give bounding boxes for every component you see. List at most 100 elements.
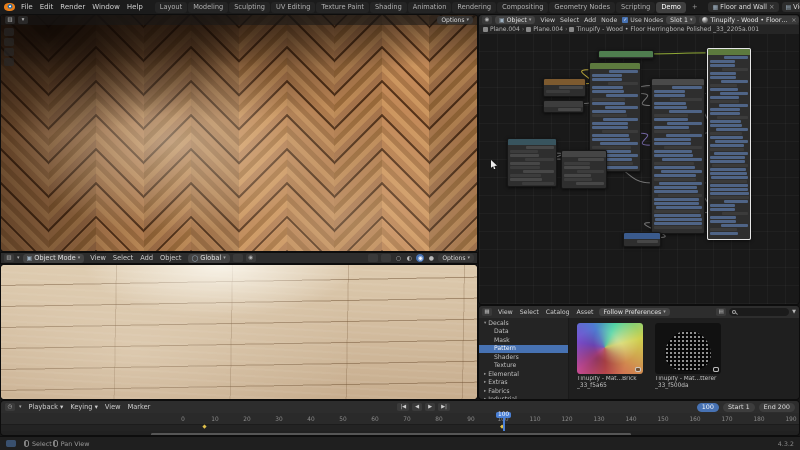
editor-type-icon[interactable]: ▥ [4, 254, 14, 262]
playhead[interactable]: 100 [503, 413, 505, 431]
asset-menu-view[interactable]: View [495, 308, 516, 317]
view-layer-selector[interactable]: ▤ ViewLayer × [782, 2, 800, 12]
shader-type-dropdown[interactable]: ▣ Object ▾ [495, 16, 535, 24]
workspace-tab-shading[interactable]: Shading [370, 2, 407, 13]
catalog-item-texture[interactable]: Texture [479, 362, 568, 371]
shading-material-icon[interactable]: ◉ [416, 254, 424, 262]
viewport-menu-view[interactable]: View [87, 253, 109, 263]
play-button[interactable]: ▶ [425, 403, 435, 411]
viewport-rendered[interactable]: ▥ ▾ Options▾ [0, 14, 478, 252]
expand-icon[interactable]: ▸ [484, 380, 486, 385]
mode-dropdown[interactable]: ▣ Object Mode ▾ [23, 254, 85, 263]
unlink-material-icon[interactable]: × [791, 17, 796, 24]
workspace-tab-layout[interactable]: Layout [155, 2, 187, 13]
timeline-menu-view[interactable]: View [102, 402, 124, 412]
asset-menu-catalog[interactable]: Catalog [543, 308, 573, 317]
shader-node[interactable] [561, 150, 607, 189]
timeline-menu-marker[interactable]: Marker [125, 402, 154, 412]
catalog-item-extras[interactable]: ▸Extras [479, 379, 568, 388]
editor-type-icon[interactable]: ◉ [482, 16, 492, 24]
editor-type-icon[interactable]: ◷ [5, 403, 15, 411]
options-dropdown[interactable]: Options▾ [438, 254, 474, 262]
menu-file[interactable]: File [18, 2, 36, 12]
catalog-item-fabrics[interactable]: ▸Fabrics [479, 387, 568, 396]
workspace-tab-animation[interactable]: Animation [408, 2, 452, 13]
blender-logo-icon[interactable] [4, 3, 15, 11]
asset-source-dropdown[interactable]: Follow Preferences ▾ [599, 308, 669, 316]
workspace-tab-sculpting[interactable]: Sculpting [229, 2, 270, 13]
add-workspace-button[interactable]: + [687, 2, 703, 13]
asset-card[interactable]: Tinupify - Mat...tterer _33_f500da [655, 323, 725, 390]
catalog-item-mask[interactable]: Mask [479, 336, 568, 345]
shader-node[interactable] [543, 100, 584, 113]
scene-selector[interactable]: ▦ Floor and Wall × [708, 2, 778, 12]
measure-tool-icon[interactable] [4, 58, 14, 66]
node-canvas[interactable] [479, 34, 799, 304]
current-frame-field[interactable]: 100 [697, 403, 719, 412]
snap-magnet-icon[interactable] [233, 254, 243, 262]
filter-icon[interactable]: ▼ [792, 309, 796, 315]
workspace-tab-texture-paint[interactable]: Texture Paint [316, 2, 369, 13]
menu-edit[interactable]: Edit [37, 2, 57, 12]
shader-node[interactable] [651, 78, 705, 234]
menu-window[interactable]: Window [89, 2, 123, 12]
menu-help[interactable]: Help [124, 2, 146, 12]
timeline-menu-playback[interactable]: Playback ▾ [26, 402, 67, 412]
shader-node[interactable] [507, 138, 557, 187]
shader-node[interactable] [598, 50, 654, 59]
jump-end-button[interactable]: ▶| [438, 403, 450, 411]
editor-type-icon[interactable]: ▥ [5, 16, 15, 24]
move-tool-icon[interactable] [4, 48, 14, 56]
overlays-icon[interactable] [368, 254, 378, 262]
node-menu-node[interactable]: Node [599, 17, 619, 24]
editor-type-icon[interactable]: ▦ [482, 308, 492, 316]
timeline-ruler[interactable]: 0102030405060708090100110120130140150160… [1, 413, 800, 425]
display-mode-icon[interactable]: ▤ [716, 308, 726, 316]
workspace-tab-modeling[interactable]: Modeling [188, 2, 228, 13]
jump-start-button[interactable]: |◀ [397, 403, 409, 411]
asset-browser[interactable]: ▦ ViewSelectCatalogAsset Follow Preferen… [478, 305, 800, 400]
breadcrumb-item[interactable]: Plane.004 [533, 26, 563, 33]
gizmos-icon[interactable] [381, 254, 391, 262]
material-selector[interactable]: Tinupify - Wood • Floor Herringbone Poli… [699, 16, 799, 24]
proportional-editing-icon[interactable]: ◉ [246, 254, 256, 262]
workspace-tab-scripting[interactable]: Scripting [616, 2, 655, 13]
play-reverse-button[interactable]: ◀ [412, 403, 422, 411]
workspace-tab-geometry-nodes[interactable]: Geometry Nodes [549, 2, 615, 13]
catalog-item-data[interactable]: Data [479, 328, 568, 337]
viewport-solid[interactable] [0, 264, 478, 400]
expand-icon[interactable]: ▸ [484, 397, 486, 399]
catalog-item-pattern[interactable]: Pattern [479, 345, 568, 354]
search-box[interactable] [729, 308, 789, 316]
frame-start-field[interactable]: Start 1 [723, 403, 755, 412]
catalog-item-decals[interactable]: ▾Decals [479, 319, 568, 328]
workspace-tab-demo[interactable]: Demo [656, 2, 686, 13]
viewport-menu-select[interactable]: Select [110, 253, 136, 263]
search-input[interactable] [738, 309, 784, 316]
workspace-tab-compositing[interactable]: Compositing [497, 2, 548, 13]
workspace-tab-rendering[interactable]: Rendering [452, 2, 496, 13]
cursor-tool-icon[interactable] [4, 38, 14, 46]
menu-render[interactable]: Render [57, 2, 88, 12]
shader-node[interactable] [707, 48, 751, 240]
asset-menu-asset[interactable]: Asset [574, 308, 597, 317]
catalog-item-shaders[interactable]: Shaders [479, 353, 568, 362]
frame-end-field[interactable]: End 200 [759, 403, 795, 412]
node-menu-add[interactable]: Add [582, 17, 598, 24]
shader-node[interactable] [543, 78, 586, 97]
expand-icon[interactable]: ▾ [484, 321, 486, 326]
shader-editor[interactable]: ◉ ▣ Object ▾ ViewSelectAddNode ✓ Use Nod… [478, 14, 800, 305]
shading-solid-icon[interactable]: ◐ [405, 254, 413, 262]
select-tool-icon[interactable] [4, 28, 14, 36]
shading-wireframe-icon[interactable]: ○ [394, 254, 402, 262]
breadcrumb-item[interactable]: Plane.004 [490, 26, 520, 33]
transform-orientation-dropdown[interactable]: ◯ Global ▾ [188, 254, 230, 263]
clear-scene-icon[interactable]: × [769, 3, 775, 11]
catalog-item-industrial[interactable]: ▸Industrial [479, 396, 568, 400]
asset-menu-select[interactable]: Select [517, 308, 542, 317]
node-menu-view[interactable]: View [538, 17, 557, 24]
catalog-item-elemental[interactable]: ▸Elemental [479, 370, 568, 379]
shader-node[interactable] [623, 232, 661, 247]
keyframe-diamond[interactable]: ◆ [202, 424, 206, 430]
options-dropdown[interactable]: Options▾ [437, 16, 473, 24]
